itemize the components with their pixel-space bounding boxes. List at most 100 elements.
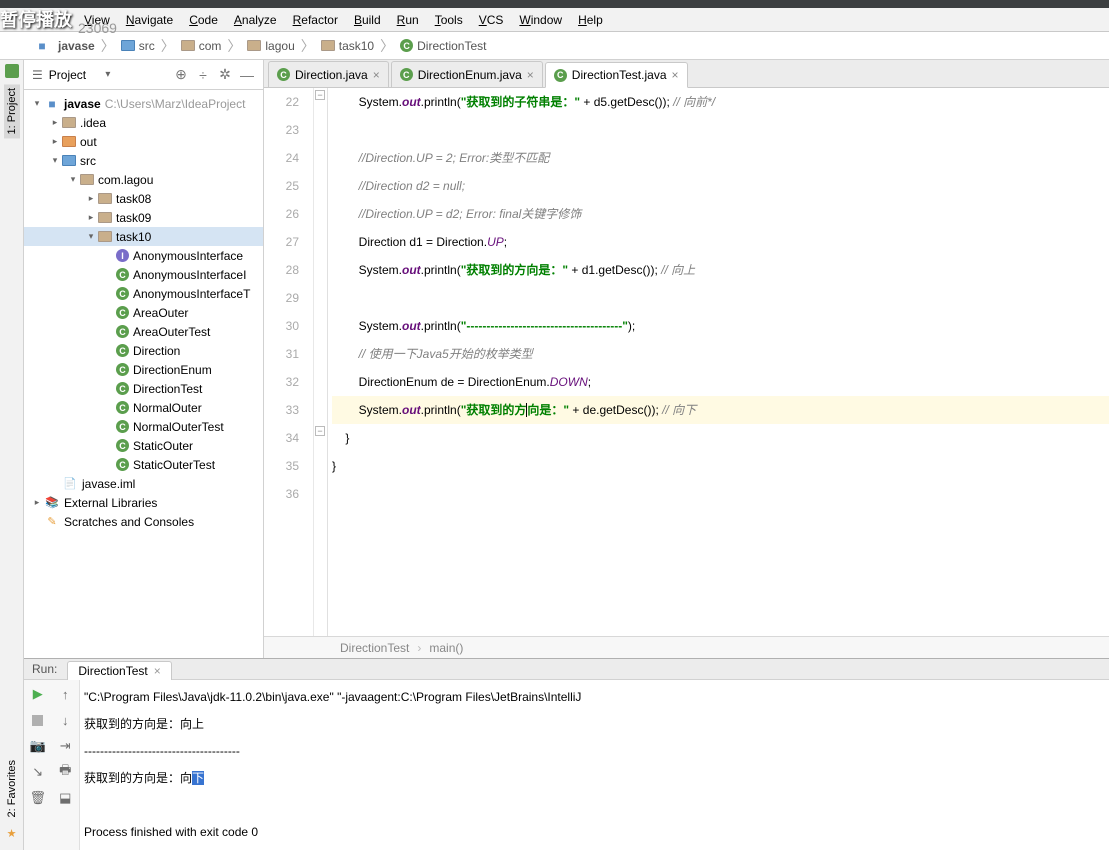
tree-twistie[interactable] [84, 231, 98, 242]
tree-twistie[interactable] [48, 155, 62, 166]
hide-icon[interactable]: — [239, 67, 255, 83]
menu-navigate[interactable]: Navigate [120, 10, 179, 30]
tree-twistie[interactable] [48, 136, 62, 147]
code-line-25[interactable]: //Direction d2 = null; [332, 172, 1109, 200]
wrap-button[interactable]: ⇥ [57, 738, 73, 754]
editor-tab-DirectionTest[interactable]: DirectionTest.java× [545, 62, 688, 88]
tree-twistie[interactable] [30, 497, 44, 508]
code-line-34[interactable]: } [332, 424, 1109, 452]
dump-button[interactable]: 📷 [30, 738, 46, 754]
code-line-32[interactable]: DirectionEnum de = DirectionEnum.DOWN; [332, 368, 1109, 396]
code-editor[interactable]: 222324252627282930313233343536 − − Syste… [264, 88, 1109, 636]
tree-node-task09[interactable]: task09 [24, 208, 263, 227]
close-icon[interactable]: × [154, 664, 161, 678]
code-line-30[interactable]: System.out.println("--------------------… [332, 312, 1109, 340]
editor-tab-Direction[interactable]: Direction.java× [268, 61, 389, 87]
tree-twistie[interactable] [84, 193, 98, 204]
breadcrumb-item[interactable]: task10 [317, 39, 378, 53]
menu-refactor[interactable]: Refactor [287, 10, 344, 30]
menu-analyze[interactable]: Analyze [228, 10, 283, 30]
tree-node-AnonymousInterfaceT[interactable]: AnonymousInterfaceT [24, 284, 263, 303]
rerun-button[interactable]: ▶ [30, 686, 46, 702]
project-view-icon[interactable]: ☰ [32, 68, 43, 82]
print-button[interactable]: 🖶 [57, 764, 73, 780]
down-button[interactable]: ↓ [57, 712, 73, 728]
run-config-tab[interactable]: DirectionTest × [67, 661, 171, 680]
crumb-method[interactable]: main() [429, 641, 463, 655]
tree-node-src[interactable]: src [24, 151, 263, 170]
menu-vcs[interactable]: VCS [473, 10, 510, 30]
tree-node-AreaOuterTest[interactable]: AreaOuterTest [24, 322, 263, 341]
breadcrumb-item[interactable]: javase [30, 38, 99, 54]
code-line-29[interactable] [332, 284, 1109, 312]
tree-node-Scratches-and-Consoles[interactable]: Scratches and Consoles [24, 512, 263, 531]
tree-node-DirectionEnum[interactable]: DirectionEnum [24, 360, 263, 379]
tree-node-AreaOuter[interactable]: AreaOuter [24, 303, 263, 322]
tree-twistie[interactable] [30, 98, 44, 109]
breadcrumb-item[interactable]: lagou [243, 39, 298, 53]
menu-run[interactable]: Run [391, 10, 425, 30]
tree-twistie[interactable] [84, 212, 98, 223]
tree-node-Direction[interactable]: Direction [24, 341, 263, 360]
code-line-31[interactable]: // 使用一下Java5开始的枚举类型 [332, 340, 1109, 368]
tree-node-StaticOuter[interactable]: StaticOuter [24, 436, 263, 455]
code-line-28[interactable]: System.out.println("获取到的方向是：" + d1.getDe… [332, 256, 1109, 284]
tree-node-DirectionTest[interactable]: DirectionTest [24, 379, 263, 398]
tree-twistie[interactable] [66, 174, 80, 185]
breadcrumb-item[interactable]: com [177, 39, 226, 53]
crumb-class[interactable]: DirectionTest [340, 641, 409, 655]
menu-window[interactable]: Window [513, 10, 568, 30]
favorites-tool-tab[interactable]: 2: Favorites [4, 756, 20, 821]
code-line-33[interactable]: System.out.println("获取到的方向是：" + de.getDe… [332, 396, 1109, 424]
close-icon[interactable]: × [672, 68, 679, 82]
tree-node-javase[interactable]: javaseC:\Users\Marz\IdeaProject [24, 94, 263, 113]
breadcrumb-item[interactable]: DirectionTest [396, 39, 490, 53]
tree-twistie[interactable] [48, 117, 62, 128]
tree-node--idea[interactable]: .idea [24, 113, 263, 132]
tree-node-NormalOuterTest[interactable]: NormalOuterTest [24, 417, 263, 436]
fold-marker[interactable]: − [315, 90, 325, 100]
fold-column[interactable]: − − [314, 88, 328, 636]
code-line-22[interactable]: System.out.println("获取到的子符串是：" + d5.getD… [332, 88, 1109, 116]
project-panel-title[interactable]: Project [49, 68, 100, 82]
breadcrumb-item[interactable]: src [117, 39, 159, 53]
stop-button[interactable] [30, 712, 46, 728]
menu-tools[interactable]: Tools [429, 10, 469, 30]
delete-button[interactable]: 🗑 [30, 790, 46, 806]
collapse-icon[interactable]: ÷ [195, 67, 211, 83]
tree-node-StaticOuterTest[interactable]: StaticOuterTest [24, 455, 263, 474]
dropdown-icon[interactable]: ▾ [105, 69, 110, 80]
menu-code[interactable]: Code [183, 10, 224, 30]
menu-view[interactable]: View [78, 10, 116, 30]
close-icon[interactable]: × [373, 68, 380, 82]
close-icon[interactable]: × [527, 68, 534, 82]
tree-node-AnonymousInterface[interactable]: AnonymousInterface [24, 246, 263, 265]
scroll-button[interactable]: ⬓ [57, 790, 73, 806]
star-icon[interactable]: ★ [7, 827, 17, 840]
tree-node-out[interactable]: out [24, 132, 263, 151]
tree-node-task08[interactable]: task08 [24, 189, 263, 208]
code-line-27[interactable]: Direction d1 = Direction.UP; [332, 228, 1109, 256]
menu-build[interactable]: Build [348, 10, 387, 30]
code-line-23[interactable] [332, 116, 1109, 144]
tree-node-javase-iml[interactable]: javase.iml [24, 474, 263, 493]
tree-node-task10[interactable]: task10 [24, 227, 263, 246]
tree-node-com-lagou[interactable]: com.lagou [24, 170, 263, 189]
code-line-26[interactable]: //Direction.UP = d2; Error: final关键字修饰 [332, 200, 1109, 228]
exit-button[interactable]: ↘ [30, 764, 46, 780]
locate-icon[interactable]: ⊕ [173, 67, 189, 83]
tree-node-External-Libraries[interactable]: External Libraries [24, 493, 263, 512]
editor-tab-DirectionEnum[interactable]: DirectionEnum.java× [391, 61, 543, 87]
up-button[interactable]: ↑ [57, 686, 73, 702]
tool-icon[interactable] [5, 64, 19, 78]
console-output[interactable]: "C:\Program Files\Java\jdk-11.0.2\bin\ja… [80, 680, 1109, 850]
fold-marker[interactable]: − [315, 426, 325, 436]
project-tool-tab[interactable]: 1: Project [4, 84, 20, 138]
code-line-35[interactable]: } [332, 452, 1109, 480]
tree-node-AnonymousInterfaceI[interactable]: AnonymousInterfaceI [24, 265, 263, 284]
code-line-24[interactable]: //Direction.UP = 2; Error:类型不匹配 [332, 144, 1109, 172]
menu-help[interactable]: Help [572, 10, 609, 30]
tree-node-NormalOuter[interactable]: NormalOuter [24, 398, 263, 417]
code-line-36[interactable] [332, 480, 1109, 508]
project-tree[interactable]: javaseC:\Users\Marz\IdeaProject.ideaouts… [24, 90, 263, 658]
